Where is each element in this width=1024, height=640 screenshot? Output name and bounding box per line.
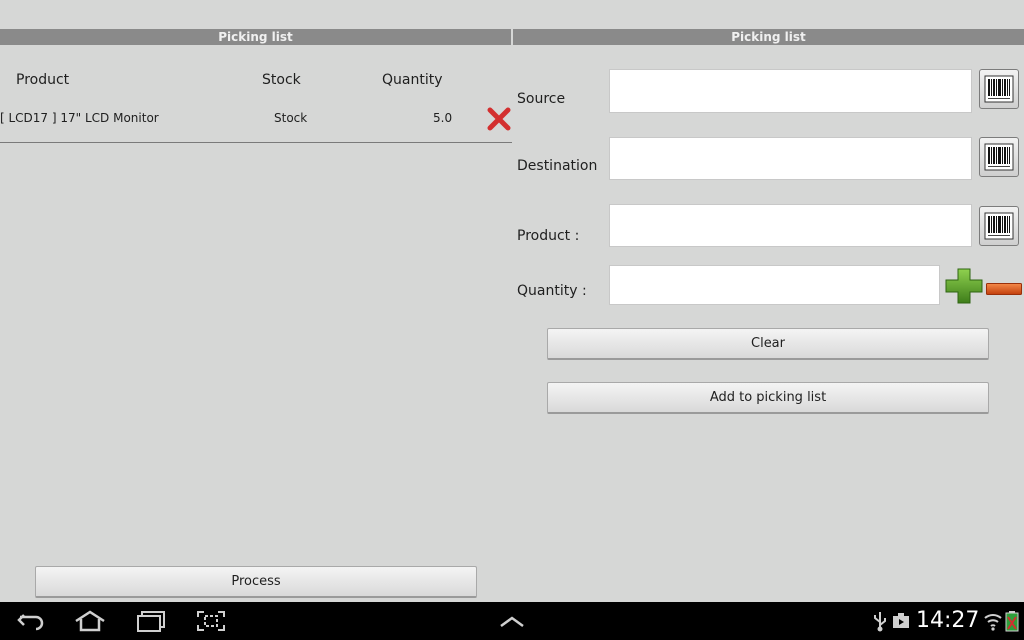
media-icon	[892, 610, 910, 632]
right-panel-title: Picking list	[513, 29, 1024, 45]
system-navigation-bar: 14:27	[0, 602, 1024, 640]
column-header-quantity: Quantity	[382, 72, 443, 88]
battery-icon	[1005, 610, 1019, 632]
column-header-product: Product	[16, 72, 70, 88]
delete-row-icon[interactable]	[486, 106, 512, 132]
source-label: Source	[517, 91, 566, 107]
destination-scan-button[interactable]	[979, 137, 1019, 177]
product-scan-button[interactable]	[979, 206, 1019, 246]
product-label: Product :	[517, 228, 580, 244]
quantity-input[interactable]	[609, 265, 940, 305]
clear-button[interactable]: Clear	[547, 328, 989, 360]
status-clock: 14:27	[916, 608, 980, 633]
row-divider	[0, 142, 512, 143]
process-button[interactable]: Process	[35, 566, 477, 598]
row-stock: Stock	[274, 111, 308, 125]
destination-input[interactable]	[609, 137, 972, 180]
source-scan-button[interactable]	[979, 69, 1019, 109]
source-input[interactable]	[609, 69, 972, 113]
row-product: [ LCD17 ] 17" LCD Monitor	[0, 111, 159, 125]
minus-icon	[986, 283, 1022, 295]
product-input[interactable]	[609, 204, 972, 247]
screenshot-icon[interactable]	[196, 610, 226, 632]
destination-label: Destination	[517, 158, 598, 174]
column-header-stock: Stock	[262, 72, 301, 88]
left-panel-title: Picking list	[0, 29, 511, 45]
home-icon[interactable]	[74, 610, 105, 632]
barcode-icon	[984, 143, 1014, 171]
wifi-icon	[984, 610, 1002, 632]
row-quantity: 5.0	[433, 111, 453, 125]
increase-quantity-button[interactable]	[945, 268, 983, 304]
decrease-quantity-button[interactable]	[986, 280, 1022, 295]
quantity-label: Quantity :	[517, 283, 587, 299]
add-to-picking-list-button[interactable]: Add to picking list	[547, 382, 989, 414]
chevron-up-icon[interactable]	[497, 610, 527, 632]
recent-apps-icon[interactable]	[136, 610, 166, 632]
usb-icon	[872, 610, 888, 632]
barcode-icon	[984, 75, 1014, 103]
plus-icon	[945, 268, 983, 304]
back-icon[interactable]	[16, 610, 46, 632]
barcode-icon	[984, 212, 1014, 240]
